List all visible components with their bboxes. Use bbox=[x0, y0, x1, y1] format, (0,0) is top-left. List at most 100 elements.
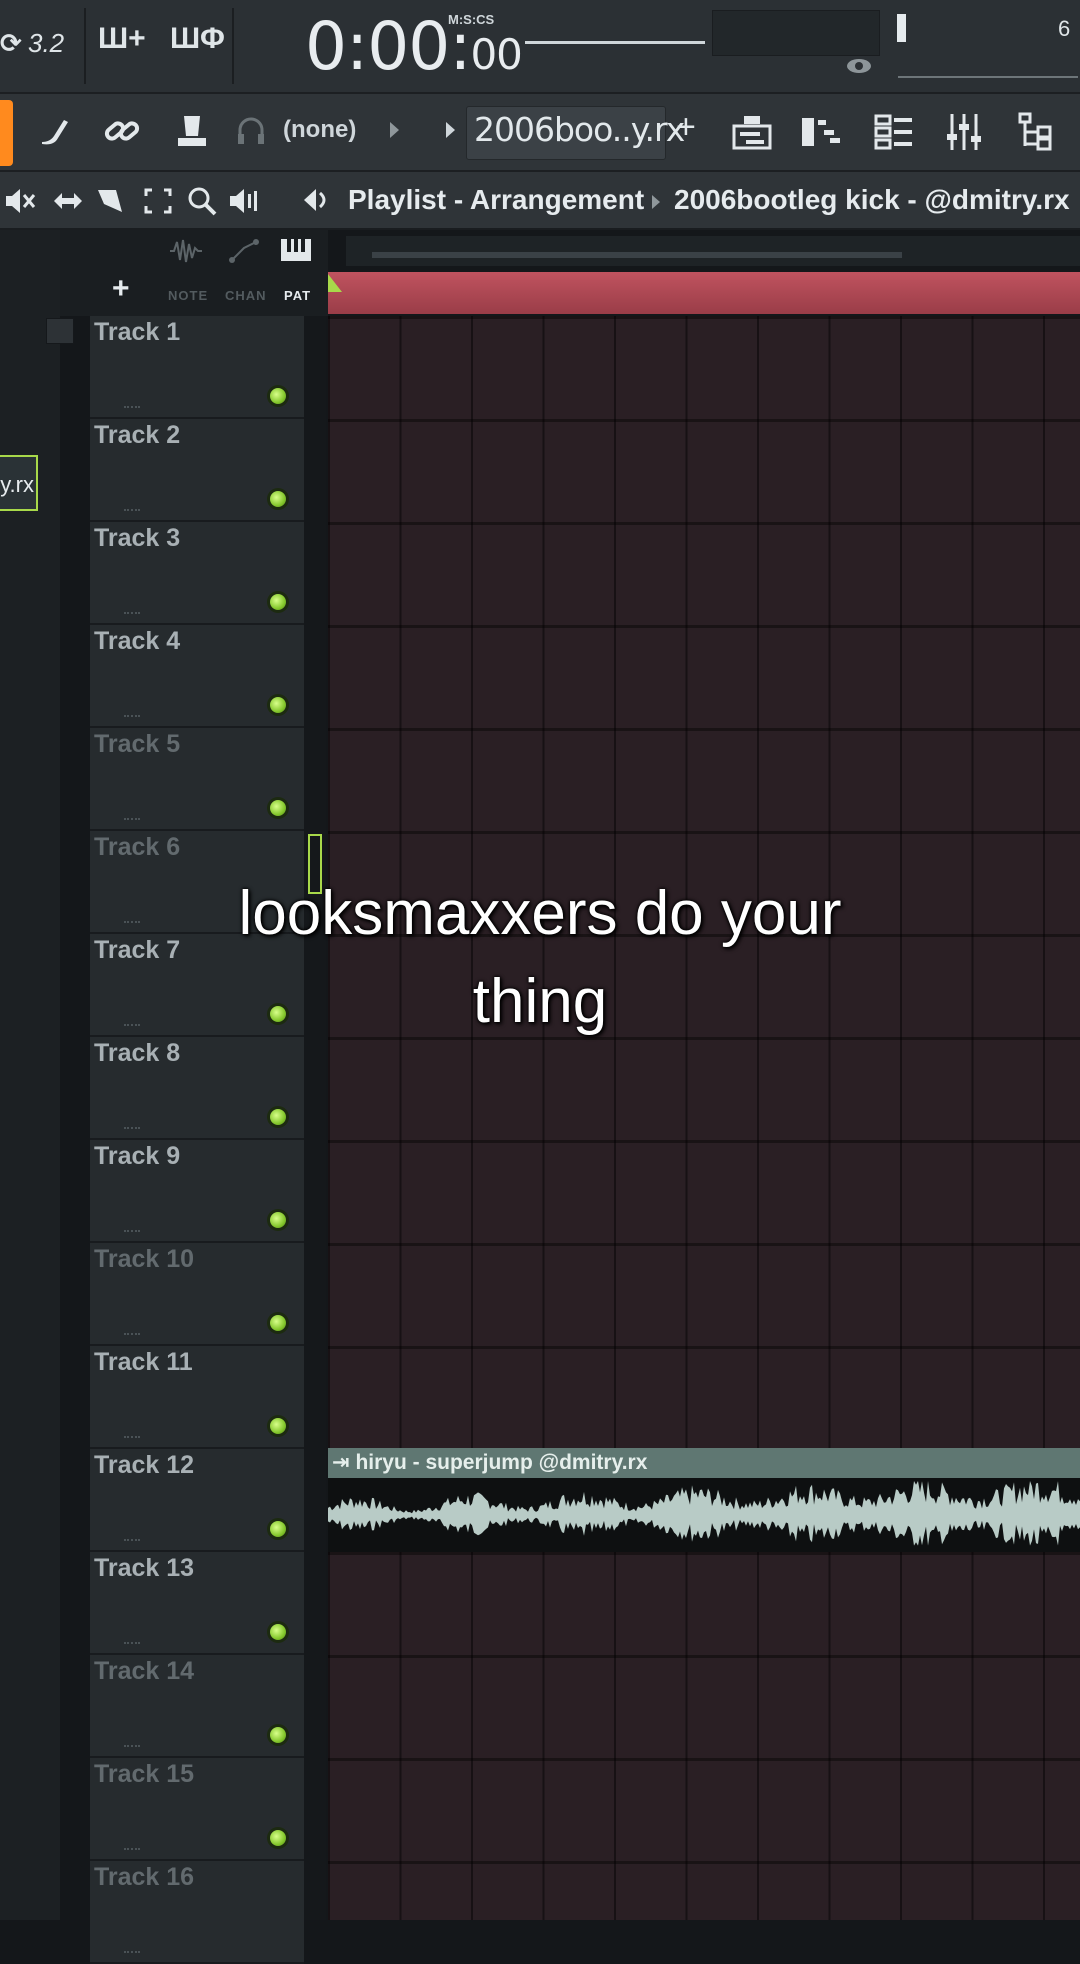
playlist-icon[interactable] bbox=[730, 112, 774, 152]
track-name[interactable]: Track 5 bbox=[94, 730, 180, 759]
track-name[interactable]: Track 13 bbox=[94, 1554, 194, 1583]
browser-tree-icon[interactable] bbox=[1016, 112, 1060, 152]
track-resize-handle[interactable] bbox=[124, 1642, 140, 1646]
piano-keys-icon[interactable] bbox=[280, 238, 312, 262]
track-resize-handle[interactable] bbox=[124, 715, 140, 719]
separator bbox=[84, 8, 86, 84]
add-pattern-icon[interactable]: Ш+ bbox=[98, 22, 146, 56]
track-header[interactable]: Track 14 bbox=[90, 1655, 304, 1758]
track-header[interactable]: Track 8 bbox=[90, 1037, 304, 1140]
track-header[interactable]: Track 5 bbox=[90, 728, 304, 831]
track-mute-led-icon[interactable] bbox=[270, 1830, 286, 1846]
master-volume-handle[interactable] bbox=[897, 14, 906, 42]
headphones-icon[interactable] bbox=[236, 112, 266, 152]
track-resize-handle[interactable] bbox=[124, 406, 140, 410]
track-mute-led-icon[interactable] bbox=[270, 1727, 286, 1743]
track-resize-handle[interactable] bbox=[124, 1333, 140, 1337]
browser-scroll-button[interactable] bbox=[46, 318, 74, 344]
track-name[interactable]: Track 4 bbox=[94, 627, 180, 656]
filter-note-label[interactable]: NOTE bbox=[168, 288, 208, 303]
piano-roll-icon[interactable] bbox=[800, 112, 844, 152]
track-header[interactable]: Track 9 bbox=[90, 1140, 304, 1243]
track-resize-handle[interactable] bbox=[124, 1539, 140, 1543]
playlist-grid[interactable] bbox=[328, 316, 1080, 1920]
track-mute-led-icon[interactable] bbox=[270, 594, 286, 610]
track-name[interactable]: Track 11 bbox=[94, 1348, 193, 1377]
play-pattern-icon[interactable] bbox=[446, 122, 455, 138]
master-volume-track[interactable] bbox=[898, 76, 1078, 78]
link-icon[interactable] bbox=[100, 112, 144, 152]
track-resize-handle[interactable] bbox=[124, 1951, 140, 1955]
track-mute-led-icon[interactable] bbox=[270, 491, 286, 507]
track-mute-led-icon[interactable] bbox=[270, 1521, 286, 1537]
track-name[interactable]: Track 6 bbox=[94, 833, 180, 862]
filter-chan-label[interactable]: CHAN bbox=[225, 288, 267, 303]
track-name[interactable]: Track 16 bbox=[94, 1863, 194, 1892]
overview-scrollbar[interactable] bbox=[372, 252, 902, 258]
track-name[interactable]: Track 12 bbox=[94, 1451, 194, 1480]
track-mute-led-icon[interactable] bbox=[270, 1109, 286, 1125]
chevron-right-icon[interactable] bbox=[390, 122, 399, 138]
track-resize-handle[interactable] bbox=[124, 509, 140, 513]
track-resize-handle[interactable] bbox=[124, 818, 140, 822]
track-resize-handle[interactable] bbox=[124, 612, 140, 616]
timeline-ruler[interactable] bbox=[328, 272, 1080, 314]
track-name[interactable]: Track 14 bbox=[94, 1657, 194, 1686]
track-mute-led-icon[interactable] bbox=[270, 697, 286, 713]
slice-tool-icon[interactable] bbox=[94, 186, 126, 216]
track-name[interactable]: Track 3 bbox=[94, 524, 180, 553]
track-name[interactable]: Track 9 bbox=[94, 1142, 180, 1171]
track-header[interactable]: Track 16 bbox=[90, 1861, 304, 1964]
track-name[interactable]: Track 1 bbox=[94, 318, 180, 347]
track-header[interactable]: Track 13 bbox=[90, 1552, 304, 1655]
track-resize-handle[interactable] bbox=[124, 1848, 140, 1852]
audio-wave-icon[interactable] bbox=[168, 236, 202, 266]
track-header[interactable]: Track 15 bbox=[90, 1758, 304, 1861]
track-header[interactable]: Track 12 bbox=[90, 1449, 304, 1552]
channel-rack-icon[interactable] bbox=[872, 112, 916, 152]
track-mute-led-icon[interactable] bbox=[270, 388, 286, 404]
track-mute-led-icon[interactable] bbox=[270, 1624, 286, 1640]
mixer-icon[interactable] bbox=[942, 112, 986, 152]
select-tool-icon[interactable] bbox=[142, 186, 174, 216]
eye-icon[interactable] bbox=[846, 58, 872, 74]
track-resize-handle[interactable] bbox=[124, 1127, 140, 1131]
track-resize-handle[interactable] bbox=[124, 1436, 140, 1440]
playlist-overview[interactable] bbox=[346, 236, 1080, 266]
track-header[interactable]: Track 11 bbox=[90, 1346, 304, 1449]
mute-tool-icon[interactable] bbox=[4, 186, 36, 216]
track-header[interactable]: Track 2 bbox=[90, 419, 304, 522]
stamp-icon[interactable] bbox=[170, 112, 214, 152]
track-mute-led-icon[interactable] bbox=[270, 1315, 286, 1331]
track-resize-handle[interactable] bbox=[124, 1745, 140, 1749]
track-header[interactable]: Track 10 bbox=[90, 1243, 304, 1346]
add-pattern-button[interactable]: + bbox=[676, 108, 696, 147]
automation-icon[interactable] bbox=[228, 236, 262, 266]
pattern-name[interactable]: 2006boo..y.rx bbox=[474, 110, 685, 149]
slip-tool-icon[interactable] bbox=[52, 186, 84, 216]
track-header[interactable]: Track 3 bbox=[90, 522, 304, 625]
track-name[interactable]: Track 10 bbox=[94, 1245, 194, 1274]
add-track-button[interactable]: + bbox=[112, 272, 130, 306]
zoom-tool-icon[interactable] bbox=[186, 186, 218, 216]
track-name[interactable]: Track 2 bbox=[94, 421, 180, 450]
channel-filter-select[interactable]: (none) bbox=[283, 116, 356, 144]
tempo-display[interactable]: 3.2 bbox=[28, 28, 64, 59]
track-resize-handle[interactable] bbox=[124, 1230, 140, 1234]
speaker-icon[interactable] bbox=[302, 185, 334, 215]
track-name[interactable]: Track 15 bbox=[94, 1760, 194, 1789]
browser-item-tab[interactable]: y.rx bbox=[0, 455, 38, 511]
track-mute-led-icon[interactable] bbox=[270, 1212, 286, 1228]
brush-icon[interactable] bbox=[34, 112, 78, 152]
track-header[interactable]: Track 1 bbox=[90, 316, 304, 419]
filter-pat-label[interactable]: PAT bbox=[284, 288, 311, 303]
track-mute-led-icon[interactable] bbox=[270, 800, 286, 816]
clone-pattern-icon[interactable]: ШΦ bbox=[170, 22, 225, 56]
track-header[interactable]: Track 4 bbox=[90, 625, 304, 728]
audio-waveform bbox=[328, 1481, 1080, 1546]
tool-highlight-tab[interactable] bbox=[0, 100, 13, 166]
loop-icon[interactable]: ⟳ bbox=[0, 28, 22, 59]
track-mute-led-icon[interactable] bbox=[270, 1418, 286, 1434]
playback-tool-icon[interactable] bbox=[228, 186, 260, 216]
song-position-marker[interactable] bbox=[328, 274, 342, 292]
